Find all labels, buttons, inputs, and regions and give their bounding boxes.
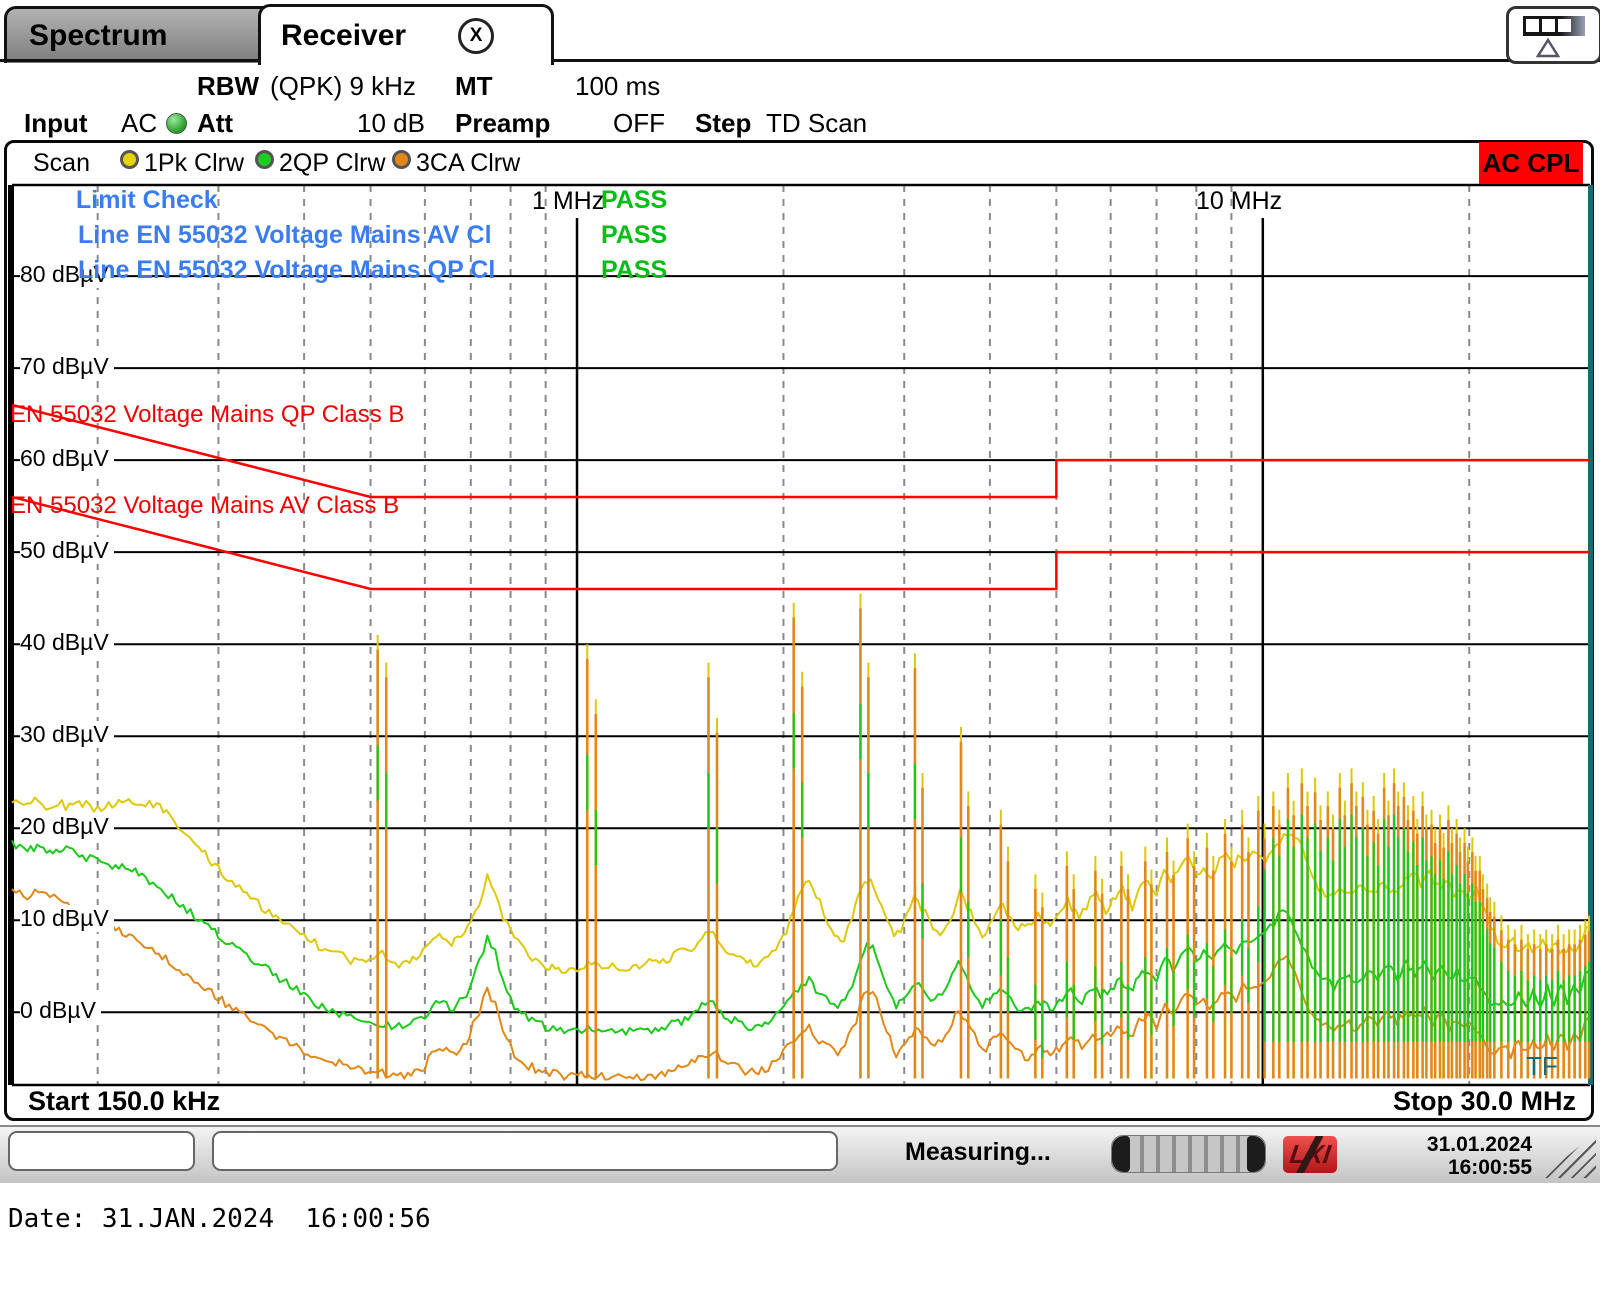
rbw-label[interactable]: RBW [197,71,259,102]
stop-frequency-label: Stop 30.0 MHz [1393,1086,1576,1117]
transducer-indicator: TF [1526,1051,1558,1082]
tab-spectrum[interactable]: Spectrum [4,6,282,63]
rbw-value[interactable]: (QPK) 9 kHz [270,71,416,102]
resize-grip-icon[interactable] [1540,1133,1596,1178]
trace2-qp-label[interactable]: 2QP Clrw [279,149,386,178]
status-datetime: 31.01.2024 16:00:55 [1380,1133,1532,1179]
measuring-status: Measuring... [905,1138,1051,1167]
smartgrid-icon [1523,16,1585,36]
step-value[interactable]: TD Scan [766,108,867,139]
limit-check-row-av-verdict: PASS [601,221,667,250]
lxi-logo: LXI [1283,1136,1337,1173]
trace2-qp-dot-icon[interactable] [255,150,274,169]
y-axis-label-0: 0 dBµV [20,997,101,1024]
trace1-pk-label[interactable]: 1Pk Clrw [144,149,244,178]
y-axis-label-50: 50 dBµV [20,537,114,564]
limit-check-row-qp: Line EN 55032 Voltage Mains QP Cl [78,256,495,285]
preamp-value[interactable]: OFF [613,108,665,139]
limit-label-av: EN 55032 Voltage Mains AV Class B [10,492,399,520]
trace3-ca-label[interactable]: 3CA Clrw [416,149,520,178]
status-time: 16:00:55 [1380,1156,1532,1179]
limit-check-header: Limit Check [76,186,218,215]
y-axis-label-20: 20 dBµV [20,813,114,840]
y-axis-label-70: 70 dBµV [20,353,114,380]
frequency-axis-bar: Start 150.0 kHz Stop 30.0 MHz [6,1086,1592,1118]
scan-window-panel [4,140,1594,1121]
y-axis-label-40: 40 dBµV [20,629,114,656]
ac-coupling-badge: AC CPL [1479,142,1583,184]
tab-bar-underline [0,59,1600,62]
preamp-label[interactable]: Preamp [455,108,550,139]
status-bar: Measuring... LXI 31.01.2024 16:00:55 [0,1125,1600,1183]
att-value[interactable]: 10 dB [357,108,425,139]
footer-date-line: Date: 31.JAN.2024 16:00:56 [8,1204,431,1234]
measurement-progress-bar [1111,1135,1266,1173]
x-mark-10mhz: 10 MHz [1196,187,1282,216]
display-layout-button[interactable] [1506,6,1600,64]
triangle-icon [1535,37,1561,59]
input-label[interactable]: Input [24,108,88,139]
att-label[interactable]: Att [197,108,233,139]
mt-value[interactable]: 100 ms [575,71,660,102]
input-value[interactable]: AC [121,108,157,139]
start-frequency-label: Start 150.0 kHz [28,1086,220,1117]
trace3-ca-dot-icon[interactable] [392,150,411,169]
y-axis-label-10: 10 dBµV [20,905,114,932]
y-axis-label-30: 30 dBµV [20,721,114,748]
status-field-left[interactable] [8,1131,195,1171]
y-axis-label-60: 60 dBµV [20,445,114,472]
input-ac-led-icon [166,113,187,134]
x-mark-1mhz: 1 MHz [532,187,604,216]
close-tab-icon[interactable]: X [458,18,494,54]
scan-title: Scan [33,149,90,178]
tab-receiver[interactable]: Receiver X [258,4,554,65]
mt-label[interactable]: MT [455,71,493,102]
tab-spectrum-label: Spectrum [29,19,167,53]
limit-check-row-qp-verdict: PASS [601,256,667,285]
limit-label-qp: EN 55032 Voltage Mains QP Class B [10,401,404,429]
trace1-pk-dot-icon[interactable] [120,150,139,169]
status-date: 31.01.2024 [1380,1133,1532,1156]
status-field-message[interactable] [212,1131,838,1171]
limit-check-row-av: Line EN 55032 Voltage Mains AV Cl [78,221,492,250]
step-label[interactable]: Step [695,108,751,139]
tab-receiver-label: Receiver [281,19,406,53]
limit-check-header-verdict: PASS [601,186,667,215]
